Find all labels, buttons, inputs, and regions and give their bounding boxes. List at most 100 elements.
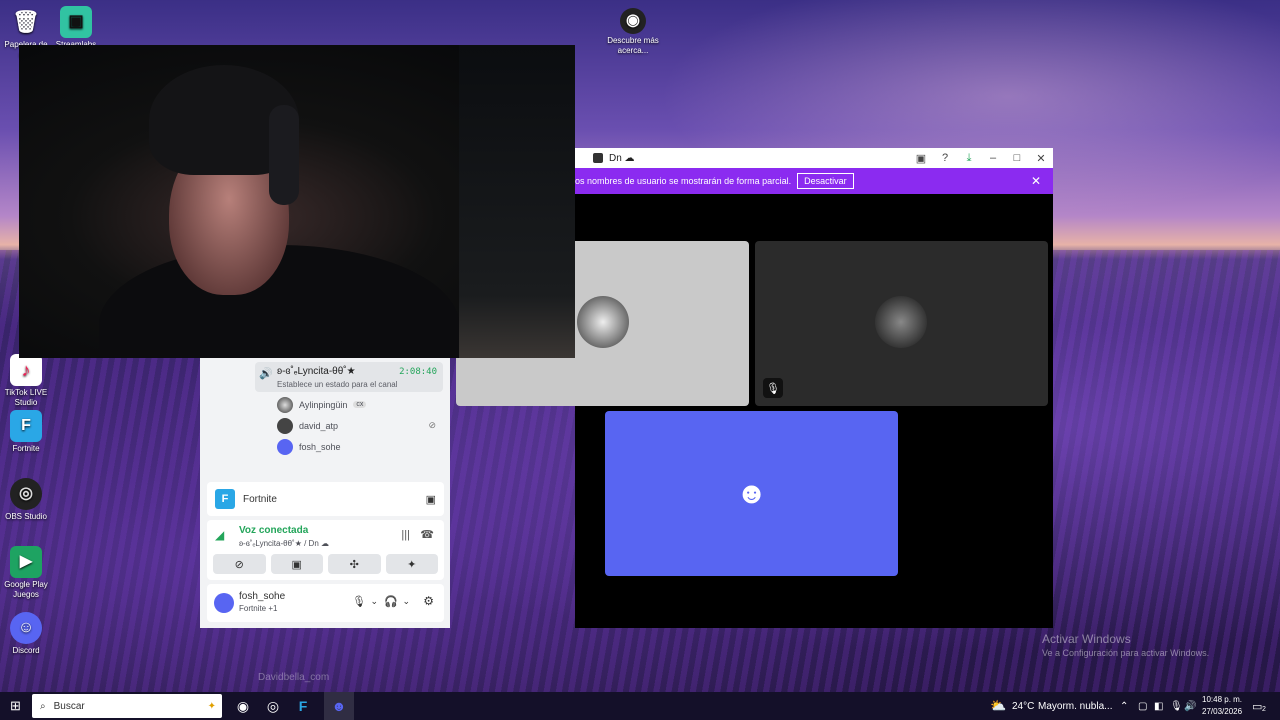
discord-taskbar-icon[interactable]: ☻ xyxy=(324,692,354,720)
mic-tray-icon[interactable]: 🎙 xyxy=(1170,701,1183,712)
fortnite-taskbar-icon[interactable]: F xyxy=(288,692,318,720)
desktop-icon-streamlabs[interactable]: ▣ Streamlabs xyxy=(50,6,102,50)
muted-mic-icon: ⊘ xyxy=(428,420,436,430)
desktop-icon-label: Fortnite xyxy=(12,444,40,453)
fortnite-icon: F xyxy=(10,410,42,442)
disconnect-icon[interactable]: ☎ xyxy=(420,528,434,541)
camera-off-button[interactable]: ⊘ xyxy=(213,554,266,574)
desktop-icon-discover[interactable]: ◉ Descubre más acerca... xyxy=(607,8,659,56)
copilot-sparkle-icon: ✦ xyxy=(207,700,216,712)
member-name: david_atp xyxy=(299,420,339,431)
desktop-icon-fortnite[interactable]: F Fortnite xyxy=(0,410,52,454)
webcam-overlay xyxy=(19,45,575,358)
avatar xyxy=(277,417,293,434)
member-name: Aylinpingüin xyxy=(299,399,348,410)
noise-suppression-icon[interactable]: ||| xyxy=(401,529,410,541)
desktop-icon-google-play[interactable]: ▶ Google Play Juegos xyxy=(0,546,52,600)
muted-mic-icon: 🎙 xyxy=(763,378,783,398)
discord-call-window: Dn ☁ ▣ ? ⤓ – □ ✕ os nombres de usuario s… xyxy=(575,148,1053,628)
user-avatar[interactable] xyxy=(214,593,234,613)
weather-temp[interactable]: 24°C xyxy=(1012,701,1034,712)
activities-button[interactable]: ✣ xyxy=(328,554,381,574)
recycle-bin-icon: 🗑 xyxy=(12,9,40,34)
desktop-icon-label: Discord xyxy=(12,646,40,655)
google-play-icon: ▶ xyxy=(10,546,42,578)
voice-connected-label[interactable]: Voz conectada xyxy=(239,525,308,536)
avatar xyxy=(277,396,293,413)
desktop-icon-tiktok[interactable]: ♪ TikTok LIVE Studio xyxy=(0,354,52,408)
chrome-icon[interactable]: ◉ xyxy=(228,692,258,720)
weather-icon[interactable]: ⛅ xyxy=(990,698,1006,714)
participant-tile-fosh[interactable]: ☻ xyxy=(605,411,898,576)
webcam-background xyxy=(459,45,575,358)
desktop-icon-obs[interactable]: ◎ OBS Studio xyxy=(0,478,52,522)
tray-app-icon[interactable]: ▢ xyxy=(1138,701,1147,712)
soundboard-button[interactable]: ✦ xyxy=(385,554,438,574)
voice-member[interactable]: david_atp ⊘ xyxy=(200,415,450,436)
user-name[interactable]: fosh_sohe xyxy=(239,591,285,602)
activate-windows-sub: Ve a Configuración para activar Windows. xyxy=(1042,648,1210,658)
minimize-button[interactable]: – xyxy=(981,152,1005,164)
banner-close-icon[interactable]: ✕ xyxy=(1031,174,1041,188)
participant-tile-david[interactable]: 🎙 xyxy=(755,241,1048,406)
inbox-icon[interactable]: ▣ xyxy=(909,152,933,165)
member-badge: cx xyxy=(353,401,367,408)
voice-connection-sub[interactable]: ʚ-ɞ˚ₑLyncita-θθ˚★ / Dn ☁ xyxy=(239,539,329,548)
tray-chevron-up-icon[interactable]: ⌃ xyxy=(1120,701,1128,712)
notification-icon[interactable]: ▭ xyxy=(1252,700,1262,713)
call-duration: 2:08:40 xyxy=(399,367,437,377)
server-icon xyxy=(593,153,603,163)
weather-text[interactable]: Mayorm. nubla... xyxy=(1038,701,1112,712)
desktop-icon-discord[interactable]: ☺ Discord xyxy=(0,612,52,656)
volume-icon[interactable]: 🔊 xyxy=(1184,701,1196,712)
screen-share-button[interactable]: ▣ xyxy=(270,554,323,574)
streamlabs-icon: ▣ xyxy=(60,6,92,38)
status-hint[interactable]: Establece un estado para el canal xyxy=(277,380,398,389)
close-button[interactable]: ✕ xyxy=(1029,152,1053,165)
headphones-icon[interactable]: 🎧 xyxy=(384,595,398,608)
window-titlebar: Dn ☁ ▣ ? ⤓ – □ ✕ xyxy=(575,148,1053,168)
download-icon[interactable]: ⤓ xyxy=(957,152,981,165)
obs-icon: ◎ xyxy=(10,478,42,510)
maximize-button[interactable]: □ xyxy=(1005,152,1029,164)
desktop-icon-label: Google Play Juegos xyxy=(4,580,48,599)
screen-share-icon[interactable]: ▣ xyxy=(426,493,436,506)
avatar xyxy=(577,296,629,348)
clock-date[interactable]: 27/03/2026 xyxy=(1202,707,1242,716)
activity-name: Fortnite xyxy=(243,493,277,505)
desktop-icon-label: Descubre más acerca... xyxy=(607,36,659,55)
desktop-icon-label: OBS Studio xyxy=(5,512,47,521)
member-name: fosh_sohe xyxy=(299,441,341,452)
active-speaker-row[interactable]: 🔊 ʚ-ɞ˚ₑLyncita-θθ˚★ 2:08:40 Establece un… xyxy=(255,362,443,392)
gear-icon[interactable]: ⚙ xyxy=(423,594,434,608)
deactivate-button[interactable]: Desactivar xyxy=(797,173,854,189)
windows-start-icon[interactable]: ⊞ xyxy=(10,698,21,714)
help-icon[interactable]: ? xyxy=(933,152,957,164)
clock-time[interactable]: 10:48 p. m. xyxy=(1202,695,1242,704)
user-activity: Fortnite +1 xyxy=(239,604,278,613)
obs-taskbar-icon[interactable]: ◎ xyxy=(258,692,288,720)
voice-member[interactable]: Aylinpingüin cx xyxy=(200,394,450,415)
window-title: Dn ☁ xyxy=(609,152,635,164)
discord-icon: ☺ xyxy=(10,612,42,644)
notification-count: 2 xyxy=(1262,706,1266,713)
desktop-icon-label: TikTok LIVE Studio xyxy=(4,388,48,407)
voice-member-list: Aylinpingüin cx david_atp ⊘ fosh_sohe xyxy=(200,394,450,457)
voice-member[interactable]: fosh_sohe xyxy=(200,436,450,457)
avatar xyxy=(875,296,927,348)
discord-voice-panel: 🔊 ʚ-ɞ˚ₑLyncita-θθ˚★ 2:08:40 Establece un… xyxy=(200,358,450,628)
windows-taskbar: ⊞ ⌕ Buscar ✦ ◉ ◎ F ☻ ⛅ 24°C Mayorm. nubl… xyxy=(0,692,1280,720)
participant-tile-aylin[interactable] xyxy=(575,241,749,406)
activate-windows-title: Activar Windows xyxy=(1042,632,1131,646)
chevron-down-icon[interactable]: ⌄ xyxy=(402,596,410,607)
discord-logo-icon: ☻ xyxy=(735,476,768,510)
activity-card[interactable]: F Fortnite ▣ xyxy=(207,482,444,516)
wallpaper-watermark: Davidbella_com xyxy=(258,672,330,683)
microphone-icon[interactable]: 🎙 xyxy=(352,595,366,608)
speaker-name: ʚ-ɞ˚ₑLyncita-θθ˚★ xyxy=(277,366,356,377)
chevron-down-icon[interactable]: ⌄ xyxy=(370,596,378,607)
discover-icon: ◉ xyxy=(620,8,646,34)
network-icon[interactable]: ◧ xyxy=(1154,701,1163,712)
avatar xyxy=(277,438,293,455)
taskbar-search[interactable]: ⌕ Buscar ✦ xyxy=(32,694,222,718)
